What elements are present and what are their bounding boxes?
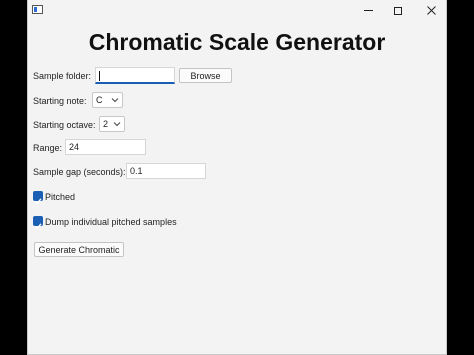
checkmark-icon [34, 223, 42, 230]
starting-note-value: C [96, 95, 103, 105]
starting-note-select[interactable]: C [92, 92, 123, 108]
app-window: Chromatic Scale Generator Sample folder:… [27, 0, 447, 355]
sample-gap-input[interactable]: 0.1 [126, 163, 206, 179]
starting-octave-select[interactable]: 2 [99, 116, 125, 132]
sample-folder-label: Sample folder: [33, 71, 92, 81]
sample-folder-input[interactable] [95, 67, 175, 84]
dump-samples-checkbox[interactable] [33, 216, 43, 230]
sample-gap-label: Sample gap (seconds): [33, 167, 126, 177]
dump-samples-label: Dump individual pitched samples [45, 217, 177, 227]
browse-button[interactable]: Browse [179, 68, 232, 83]
chevron-down-icon [111, 98, 119, 103]
maximize-button[interactable] [383, 0, 413, 21]
checkmark-icon [34, 198, 42, 205]
range-label: Range: [33, 143, 63, 153]
starting-octave-label: Starting octave: [33, 120, 96, 130]
pitched-label: Pitched [45, 192, 76, 202]
app-window-icon [32, 5, 43, 14]
page-title: Chromatic Scale Generator [88, 29, 386, 55]
close-button[interactable] [416, 0, 446, 21]
close-icon [426, 6, 436, 15]
minimize-icon [363, 10, 373, 11]
pitched-checkbox[interactable] [33, 191, 43, 205]
maximize-icon [394, 6, 402, 15]
generate-chromatic-button[interactable]: Generate Chromatic [34, 242, 124, 257]
text-caret [99, 71, 100, 81]
range-input[interactable]: 24 [65, 139, 146, 155]
minimize-button[interactable] [353, 0, 383, 21]
starting-note-label: Starting note: [33, 96, 87, 106]
starting-octave-value: 2 [103, 119, 109, 129]
chevron-down-icon [113, 122, 121, 127]
title-bar [28, 0, 446, 21]
